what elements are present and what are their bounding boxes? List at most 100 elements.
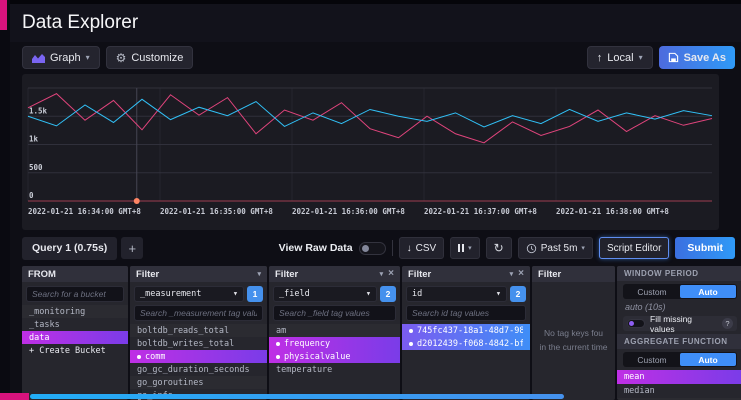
filter-panel-header[interactable]: Filter ▾ × — [269, 266, 400, 282]
query-bar-actions: View Raw Data ↓ CSV ▾ ↻ Past 5m ▾ Script… — [279, 237, 735, 259]
field-search-input[interactable] — [273, 305, 396, 321]
tag-value-item-selected[interactable]: frequency — [269, 337, 400, 350]
clock-icon — [526, 243, 537, 254]
horizontal-scrollbar[interactable] — [30, 394, 564, 399]
bucket-item[interactable]: _monitoring — [22, 305, 128, 318]
chevron-down-icon: ▾ — [468, 244, 472, 252]
tag-value-item[interactable]: go_goroutines — [130, 376, 267, 389]
chevron-down-icon[interactable]: ▾ — [257, 270, 261, 278]
aggregate-mode-toggle: Custom Auto — [623, 352, 737, 367]
script-editor-button[interactable]: Script Editor — [599, 237, 669, 259]
tag-value-item[interactable]: boltdb_writes_total — [130, 337, 267, 350]
refresh-button[interactable]: ↻ — [486, 237, 512, 259]
scrollbar-accent[interactable] — [0, 393, 29, 400]
query-tab-label: Query 1 (0.75s) — [32, 242, 107, 254]
close-icon[interactable]: × — [388, 269, 394, 279]
window-custom-option[interactable]: Custom — [624, 285, 680, 298]
filter-panel-header[interactable]: Filter ▾ — [130, 266, 267, 282]
aggregate-function-header: AGGREGATE FUNCTION — [617, 334, 741, 349]
window-auto-option[interactable]: Auto — [680, 285, 736, 298]
from-panel: FROM _monitoring _tasks data + Create Bu… — [22, 266, 128, 400]
scope-dropdown[interactable]: ↑ Local ▾ — [587, 46, 653, 69]
aggregate-custom-option[interactable]: Custom — [624, 353, 680, 366]
bucket-item-selected[interactable]: data — [22, 331, 128, 344]
save-as-button[interactable]: Save As — [659, 46, 735, 69]
view-raw-data-toggle[interactable] — [359, 242, 386, 255]
pause-refresh-dropdown[interactable]: ▾ — [450, 237, 480, 259]
function-item-selected[interactable]: mean — [617, 370, 741, 384]
tag-value-item[interactable]: boltdb_reads_total — [130, 324, 267, 337]
bucket-search-input[interactable] — [26, 286, 124, 302]
help-icon[interactable]: ? — [722, 318, 733, 329]
svg-text:2022-01-21 16:38:00 GMT+8: 2022-01-21 16:38:00 GMT+8 — [556, 207, 669, 216]
from-panel-header[interactable]: FROM — [22, 266, 128, 282]
svg-text:2022-01-21 16:35:00 GMT+8: 2022-01-21 16:35:00 GMT+8 — [160, 207, 273, 216]
tag-value-item-selected[interactable]: comm — [130, 350, 267, 363]
filter-panel-title: Filter — [136, 269, 159, 280]
window-edge-left — [0, 0, 10, 400]
chart-panel: 2022-01-21 16:34:00 GMT+8 2022-01-21 16:3… — [22, 74, 719, 230]
add-query-button[interactable]: + — [121, 237, 143, 259]
svg-text:500: 500 — [29, 163, 43, 172]
selected-count-badge: 2 — [510, 286, 526, 302]
filter-panel-title: Filter — [408, 269, 431, 280]
filter-panel-title: Filter — [538, 269, 561, 280]
view-type-dropdown[interactable]: Graph ▾ — [22, 46, 100, 69]
time-range-dropdown[interactable]: Past 5m ▾ — [518, 237, 593, 259]
tag-value-item-selected[interactable]: d2012439-f068-4842-bfef-8… — [402, 337, 530, 350]
download-csv-button[interactable]: ↓ CSV — [399, 237, 445, 259]
page-title: Data Explorer — [22, 12, 138, 34]
aggregate-auto-option[interactable]: Auto — [680, 353, 736, 366]
fill-missing-values-toggle[interactable] — [627, 319, 645, 328]
window-panel: WINDOW PERIOD Custom Auto auto (10s) Fil… — [617, 266, 741, 400]
tag-key-dropdown[interactable]: _field ▾ — [273, 286, 377, 302]
area-chart-icon — [32, 53, 45, 63]
chart-svg: 2022-01-21 16:34:00 GMT+8 2022-01-21 16:3… — [22, 74, 719, 230]
tag-value-item[interactable]: go_gc_duration_seconds — [130, 363, 267, 376]
tag-value-item[interactable]: am — [269, 324, 400, 337]
measurement-search-input[interactable] — [134, 305, 263, 321]
from-panel-title: FROM — [28, 269, 56, 280]
tag-value-item[interactable]: temperature — [269, 363, 400, 376]
selected-count-badge: 1 — [247, 286, 263, 302]
page-header: Data Explorer — [22, 12, 138, 34]
filter-panel-header[interactable]: Filter — [532, 266, 615, 282]
window-auto-value: auto (10s) — [623, 302, 737, 313]
chevron-down-icon: ▾ — [233, 289, 238, 299]
chevron-down-icon[interactable]: ▾ — [510, 270, 514, 278]
toolbar: Graph ▾ ⚙ Customize ↑ Local ▾ Save As — [22, 46, 735, 69]
customize-button[interactable]: ⚙ Customize — [106, 46, 194, 69]
selected-dot — [137, 355, 141, 359]
svg-text:2022-01-21 16:34:00 GMT+8: 2022-01-21 16:34:00 GMT+8 — [28, 207, 141, 216]
query-tab[interactable]: Query 1 (0.75s) — [22, 237, 117, 260]
svg-text:0: 0 — [29, 191, 34, 200]
chevron-down-icon[interactable]: ▾ — [380, 270, 384, 278]
field-filter-panel: Filter ▾ × _field ▾ 2 am frequency physi… — [269, 266, 400, 400]
svg-text:1k: 1k — [29, 135, 39, 144]
create-bucket-button[interactable]: + Create Bucket — [22, 344, 128, 357]
svg-text:2022-01-21 16:37:00 GMT+8: 2022-01-21 16:37:00 GMT+8 — [424, 207, 537, 216]
id-search-input[interactable] — [406, 305, 526, 321]
selected-dot — [409, 342, 413, 346]
divider — [392, 240, 393, 256]
tag-key-dropdown[interactable]: _measurement ▾ — [134, 286, 244, 302]
gear-icon: ⚙ — [116, 52, 127, 64]
filter-panel-header[interactable]: Filter ▾ × — [402, 266, 530, 282]
chevron-down-icon: ▾ — [86, 53, 90, 62]
bucket-item[interactable]: _tasks — [22, 318, 128, 331]
toolbar-right: ↑ Local ▾ Save As — [587, 46, 735, 69]
corner-accent — [0, 0, 7, 30]
toolbar-left: Graph ▾ ⚙ Customize — [22, 46, 193, 69]
id-filter-panel: Filter ▾ × id ▾ 2 745fc437-18a1-48d7-98a… — [402, 266, 530, 400]
submit-button[interactable]: Submit — [675, 237, 735, 259]
tag-value-item-selected[interactable]: 745fc437-18a1-48d7-98a6-7… — [402, 324, 530, 337]
fill-missing-values-row: Fill missing values ? — [623, 316, 737, 331]
view-raw-data-label: View Raw Data — [279, 242, 353, 254]
selected-dot — [276, 342, 280, 346]
chevron-down-icon: ▾ — [581, 244, 585, 252]
chevron-down-icon: ▾ — [366, 289, 371, 299]
tag-value-item-selected[interactable]: physicalvalue — [269, 350, 400, 363]
function-item[interactable]: median — [617, 384, 741, 398]
close-icon[interactable]: × — [518, 269, 524, 279]
tag-key-dropdown[interactable]: id ▾ — [406, 286, 507, 302]
